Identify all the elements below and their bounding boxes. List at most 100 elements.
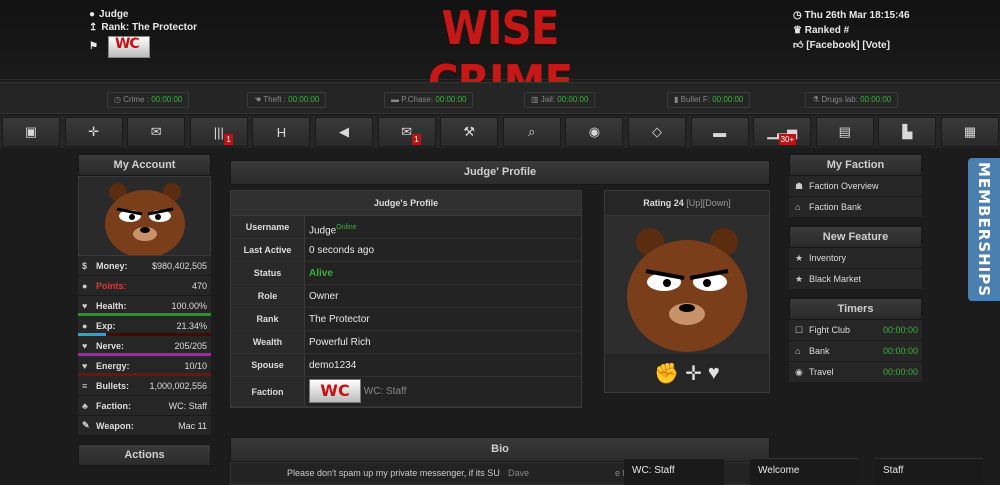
nav-hammer-button[interactable]: ⚒ — [440, 117, 499, 147]
timers-item-bank[interactable]: ⌂ Bank 00:00:00 — [789, 341, 922, 362]
timer-label: Crime : — [123, 95, 149, 104]
nav-jail-button[interactable]: ||| 1 — [189, 117, 248, 147]
jail-icon: ||| — [213, 124, 224, 140]
username[interactable]: Judge — [99, 8, 128, 21]
stat-energy[interactable]: ♥ Energy: 10/10 — [78, 356, 211, 376]
profile-row-spouse: Spouse demo1234 — [231, 354, 581, 377]
timers-item-travel[interactable]: ◉ Travel 00:00:00 — [789, 362, 922, 383]
rank-icon: ↥ — [89, 22, 98, 33]
car-icon: ▬ — [713, 124, 727, 140]
bank-icon: ⌂ — [795, 202, 801, 212]
timer-item: ⚗ Drugs lab: 00:00:00 — [805, 92, 899, 108]
nav-hospital-button[interactable]: H — [252, 117, 311, 147]
nav-car-button[interactable]: ▬ — [690, 117, 749, 147]
profile-key: Rank — [231, 308, 305, 330]
target-icon[interactable]: ✛ — [685, 361, 702, 386]
timer-label: Drugs lab: — [821, 95, 858, 104]
stat-nerve[interactable]: ♥ Nerve: 205/205 — [78, 336, 211, 356]
chart-icon: ▙ — [902, 124, 913, 139]
nav-globe-button[interactable]: ◉ — [565, 117, 624, 147]
profile-value: 0 seconds ago — [309, 245, 375, 256]
stat-points[interactable]: ● Points: 470 — [78, 276, 211, 296]
sidebar-right: My Faction ☗ Faction Overview ⌂ Faction Bank… — [789, 154, 922, 383]
nav-mail-button[interactable]: ✉ 1 — [377, 117, 436, 147]
stat-value: 10/10 — [184, 360, 207, 371]
crosshair-icon: ✛ — [88, 124, 100, 139]
avatar[interactable] — [78, 176, 211, 256]
faction-item-faction-bank[interactable]: ⌂ Faction Bank — [789, 197, 922, 218]
stat-money[interactable]: $ Money: $980,402,505 — [78, 256, 211, 276]
heart-icon[interactable]: ♥ — [708, 362, 720, 385]
profile-value: The Protector — [309, 314, 370, 325]
feature-item-black-market[interactable]: ★ Black Market — [789, 269, 922, 290]
rating-links[interactable]: [Up][Down] — [686, 198, 731, 208]
nav-megaphone-button[interactable]: ◀ — [315, 117, 373, 147]
thumbs-up-icon: 👍︎ — [793, 40, 807, 51]
item-label: Faction Bank — [809, 202, 862, 212]
stat-value: Mac 11 — [178, 420, 207, 431]
chat-tab-staff[interactable]: Staff — [875, 458, 983, 485]
profile-row-wealth: Wealth Powerful Rich — [231, 331, 581, 354]
profile-actions: ✊ ✛ ♥ — [605, 354, 769, 392]
profile-key: Role — [231, 285, 305, 307]
cart-icon[interactable]: ⚑ — [89, 40, 98, 53]
group-icon: ☗ — [795, 180, 804, 191]
item-label: Faction Overview — [809, 181, 879, 191]
stat-icon: ♥ — [82, 340, 88, 351]
search-icon: ⌕ — [528, 124, 536, 139]
nav-gift-button[interactable]: ▦ — [941, 117, 999, 147]
social-links[interactable]: [Facebook] [Vote] — [806, 40, 890, 51]
nav-chart-button[interactable]: ▙ — [878, 117, 937, 147]
stat-exp[interactable]: ● Exp: 21.34% — [78, 316, 211, 336]
faction-badge[interactable]: WC — [309, 379, 361, 404]
mail-icon: ✉ — [401, 124, 413, 139]
nav-crosshair-button[interactable]: ✛ — [64, 117, 123, 147]
attack-icon[interactable]: ✊ — [654, 361, 679, 386]
stat-value: 205/205 — [174, 340, 207, 351]
stat-label: Money: — [96, 260, 128, 271]
stat-label: Bullets: — [96, 380, 130, 391]
timers-item-fight-club[interactable]: ☐ Fight Club 00:00:00 — [789, 320, 922, 341]
donator-badge[interactable]: WC — [107, 36, 150, 58]
chat-tab-wc-staff[interactable]: WC: Staff — [624, 458, 724, 485]
profile-section-title: Judge' Profile — [230, 160, 770, 185]
nav-diamond-button[interactable]: ◇ — [628, 117, 686, 147]
user-summary: ● Judge ↥ Rank: The Protector ⚑ WC — [89, 8, 197, 58]
jail-icon: ▥ — [531, 95, 541, 104]
stat-health[interactable]: ♥ Health: 100.00% — [78, 296, 211, 316]
timer-value: 00:00:00 — [557, 95, 589, 104]
nav-signal-button[interactable]: ▁▃▅ 30+ — [753, 117, 812, 147]
profile-row-username: Username JudgeOnline — [231, 216, 581, 239]
stat-label: Health: — [96, 300, 127, 311]
account-title: My Account — [78, 154, 211, 176]
nav-id-card-button[interactable]: ▤ — [815, 117, 874, 147]
stat-label: Points: — [96, 280, 127, 291]
profile-row-role: Role Owner — [231, 285, 581, 308]
profile-table-title: Judge's Profile — [231, 191, 581, 216]
profile-row-rank: Rank The Protector — [231, 308, 581, 331]
stat-faction[interactable]: ♣ Faction: WC: Staff — [78, 396, 211, 416]
stat-weapon[interactable]: ✎ Weapon: Mac 11 — [78, 416, 211, 436]
timer-value: 00:00:00 — [882, 346, 918, 356]
memberships-tab[interactable]: MEMBERSHIPS — [968, 158, 1000, 301]
bank-icon: ⌂ — [795, 346, 801, 356]
flask-icon: ⚗ — [812, 95, 822, 104]
timer-value: 00:00:00 — [882, 325, 918, 335]
profile-row-faction: Faction WC WC: Staff — [231, 377, 581, 407]
chat-tab-welcome[interactable]: Welcome — [750, 458, 858, 485]
nav-money-button[interactable]: ▣ — [2, 117, 60, 147]
header-info: ◷ Thu 26th Mar 18:15:46 ♛ Ranked # 👍︎ [F… — [793, 8, 910, 53]
nav-chat-button[interactable]: ✉ — [127, 117, 186, 147]
faction-link[interactable]: WC: Staff — [364, 386, 407, 397]
faction-panel-title: My Faction — [789, 154, 922, 176]
nav-search-button[interactable]: ⌕ — [502, 117, 561, 147]
ranked-text: Ranked # — [804, 25, 850, 36]
timer-label: Bullet F: — [680, 95, 710, 104]
stat-bullets[interactable]: ≡ Bullets: 1,000,002,556 — [78, 376, 211, 396]
timer-item: ☚ Theft : 00:00:00 — [247, 92, 327, 108]
stat-label: Energy: — [96, 360, 130, 371]
feature-item-inventory[interactable]: ★ Inventory — [789, 248, 922, 269]
globe-icon: ◉ — [795, 366, 803, 377]
faction-item-faction-overview[interactable]: ☗ Faction Overview — [789, 176, 922, 197]
profile-row-status: Status Alive — [231, 262, 581, 285]
